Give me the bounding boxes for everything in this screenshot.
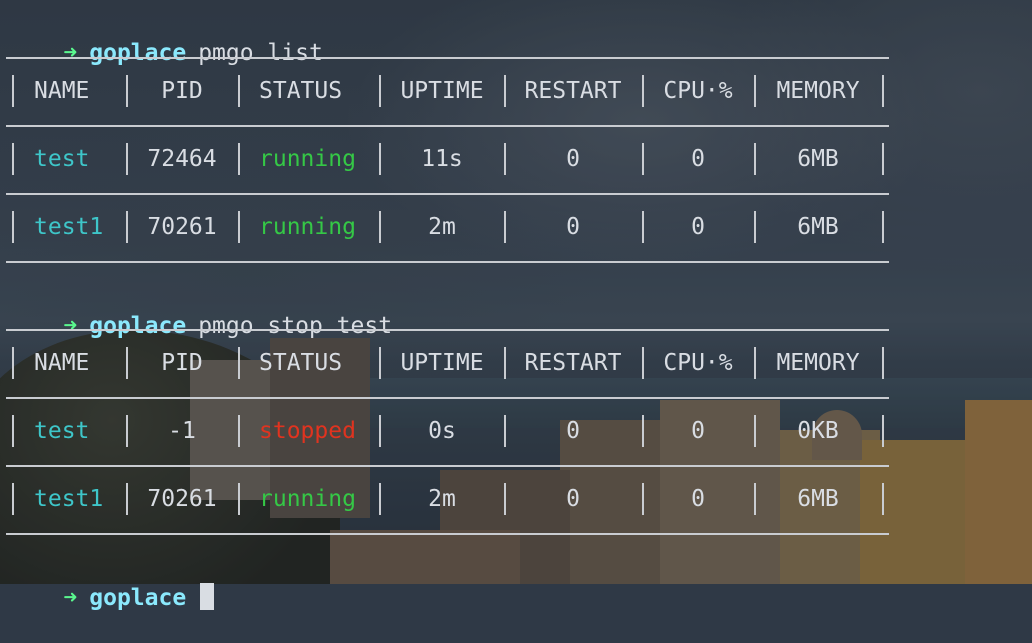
process-pid: -1 bbox=[168, 418, 196, 444]
table-divider bbox=[6, 261, 889, 263]
process-name: test1 bbox=[34, 214, 104, 240]
column-header-name: NAME bbox=[34, 78, 90, 104]
process-cpu: 0 bbox=[691, 146, 705, 172]
process-cpu: 0 bbox=[691, 486, 705, 512]
column-header-uptime: UPTIME bbox=[400, 350, 484, 376]
prompt-line: ➜ goplace pmgo stop test bbox=[8, 281, 392, 339]
process-memory: 6MB bbox=[797, 146, 839, 172]
column-header-pid: PID bbox=[161, 78, 203, 104]
table-header: NAME PID STATUS UPTIME RESTART CPU·% MEM… bbox=[0, 330, 900, 396]
process-status: stopped bbox=[259, 418, 356, 444]
process-restart: 0 bbox=[566, 486, 580, 512]
column-header-restart: RESTART bbox=[524, 78, 622, 104]
process-name: test bbox=[34, 418, 90, 444]
column-header-memory: MEMORY bbox=[776, 78, 860, 104]
process-uptime: 2m bbox=[428, 486, 456, 512]
prompt-line[interactable]: ➜ goplace bbox=[8, 553, 215, 611]
process-cpu: 0 bbox=[691, 418, 705, 444]
table-row: test -1 stopped 0s 0 0 0KB bbox=[0, 398, 900, 464]
process-name: test1 bbox=[34, 486, 104, 512]
process-memory: 0KB bbox=[797, 418, 839, 444]
process-status: running bbox=[259, 214, 356, 240]
prompt-line: ➜ goplace pmgo list bbox=[8, 8, 322, 66]
process-cpu: 0 bbox=[691, 214, 705, 240]
column-header-uptime: UPTIME bbox=[400, 78, 484, 104]
process-memory: 6MB bbox=[797, 486, 839, 512]
column-header-status: STATUS bbox=[259, 350, 343, 376]
column-header-name: NAME bbox=[34, 350, 90, 376]
table-divider bbox=[6, 533, 889, 535]
column-header-pid: PID bbox=[161, 350, 203, 376]
column-header-memory: MEMORY bbox=[776, 350, 860, 376]
process-pid: 70261 bbox=[147, 486, 217, 512]
process-uptime: 11s bbox=[421, 146, 463, 172]
process-restart: 0 bbox=[566, 418, 580, 444]
process-uptime: 2m bbox=[428, 214, 456, 240]
prompt-directory: goplace bbox=[89, 585, 187, 611]
table-row: test 72464 running 11s 0 0 6MB bbox=[0, 126, 900, 192]
column-header-cpu: CPU·% bbox=[663, 78, 733, 104]
table-row: test1 70261 running 2m 0 0 6MB bbox=[0, 466, 900, 532]
table-row: test1 70261 running 2m 0 0 6MB bbox=[0, 194, 900, 260]
column-header-restart: RESTART bbox=[524, 350, 622, 376]
column-header-status: STATUS bbox=[259, 78, 343, 104]
process-pid: 72464 bbox=[147, 146, 217, 172]
process-name: test bbox=[34, 146, 90, 172]
prompt-arrow-icon: ➜ bbox=[63, 585, 78, 611]
process-restart: 0 bbox=[566, 146, 580, 172]
terminal-window[interactable]: ➜ goplace pmgo list NAME PID STATUS UPTIME… bbox=[0, 0, 1032, 611]
column-header-cpu: CPU·% bbox=[663, 350, 733, 376]
process-pid: 70261 bbox=[147, 214, 217, 240]
process-memory: 6MB bbox=[797, 214, 839, 240]
process-restart: 0 bbox=[566, 214, 580, 240]
table-header: NAME PID STATUS UPTIME RESTART CPU·% MEM… bbox=[0, 58, 900, 124]
process-uptime: 0s bbox=[428, 418, 456, 444]
text-cursor[interactable] bbox=[200, 583, 215, 610]
process-status: running bbox=[259, 146, 356, 172]
process-status: running bbox=[259, 486, 356, 512]
